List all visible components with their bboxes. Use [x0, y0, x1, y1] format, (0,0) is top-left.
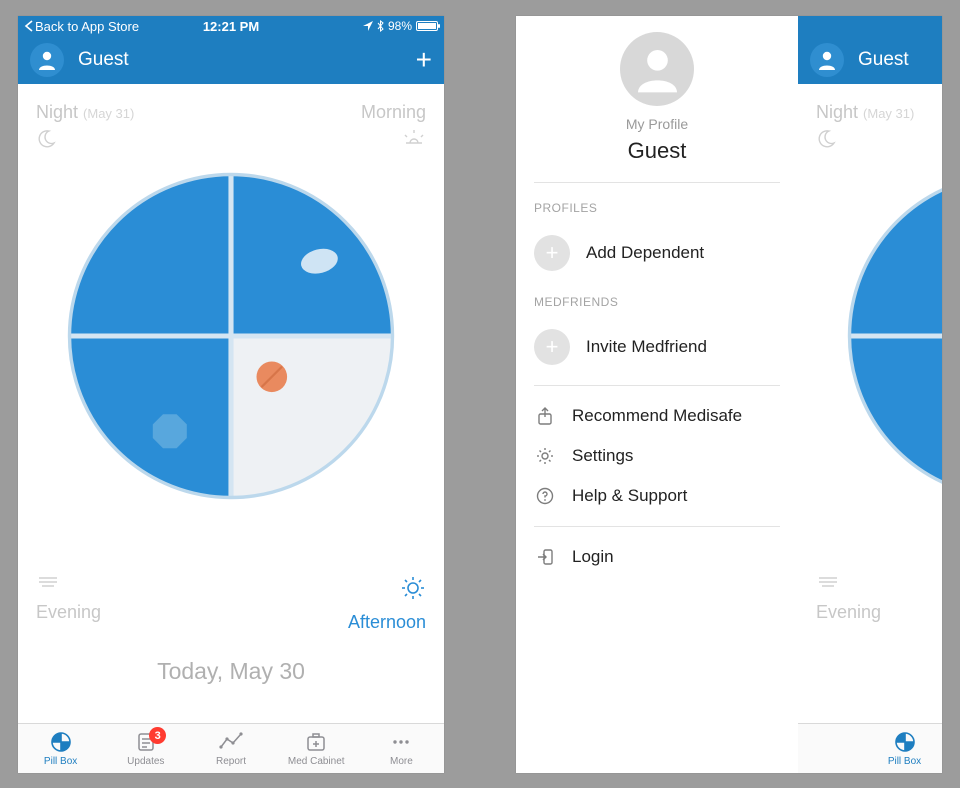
- tab-more[interactable]: More: [359, 724, 444, 773]
- settings-label: Settings: [572, 446, 633, 466]
- avatar-icon: [815, 48, 839, 72]
- quadrant-morning[interactable]: Morning: [361, 102, 426, 150]
- tab-pillbox[interactable]: Pill Box: [18, 724, 103, 773]
- share-icon: [534, 407, 556, 425]
- tab-updates[interactable]: 3 Updates: [103, 724, 188, 773]
- phone-right: 99% Guest Night (May 31) Evening: [516, 16, 942, 773]
- night-sub: (May 31): [863, 106, 914, 121]
- tab-bar: Pill Box 3 Update: [798, 723, 942, 773]
- tab-updates-label: Updates: [127, 756, 164, 767]
- login-icon: [534, 548, 556, 566]
- help-label: Help & Support: [572, 486, 687, 506]
- afternoon-label: Afternoon: [348, 612, 426, 633]
- report-icon: [218, 730, 244, 754]
- medcabinet-icon: [304, 730, 328, 754]
- status-time: 12:21 PM: [18, 19, 444, 34]
- phone-left: Back to App Store 12:21 PM 98% Guest + N…: [18, 16, 444, 773]
- divider: [534, 182, 780, 183]
- plus-circle-icon: +: [534, 329, 570, 365]
- pillbox-dial[interactable]: [841, 166, 942, 506]
- section-medfriends-label: MEDFRIENDS: [516, 295, 798, 319]
- profile-avatar[interactable]: [810, 43, 844, 77]
- pill-evening[interactable]: [153, 414, 187, 448]
- help-icon: [534, 487, 556, 505]
- profile-avatar-large[interactable]: [620, 32, 694, 106]
- invite-medfriend-row[interactable]: + Invite Medfriend: [516, 319, 798, 375]
- profile-avatar[interactable]: [30, 43, 64, 77]
- side-drawer: My Profile Guest PROFILES + Add Dependen…: [516, 16, 798, 773]
- pushed-main-view[interactable]: 99% Guest Night (May 31) Evening: [798, 16, 942, 773]
- header-username: Guest: [858, 49, 909, 71]
- plus-circle-icon: +: [534, 235, 570, 271]
- settings-row[interactable]: Settings: [516, 436, 798, 476]
- pillbox-dial[interactable]: [61, 166, 401, 506]
- my-profile-label: My Profile: [516, 116, 798, 132]
- status-bar: Back to App Store 12:21 PM 98%: [18, 16, 444, 36]
- section-profiles-label: PROFILES: [516, 201, 798, 225]
- quadrant-night[interactable]: Night (May 31): [36, 102, 134, 154]
- tab-pillbox-label: Pill Box: [44, 756, 77, 767]
- tab-more-label: More: [390, 756, 413, 767]
- invite-medfriend-label: Invite Medfriend: [586, 337, 707, 357]
- status-bar: 99%: [798, 16, 942, 36]
- tab-report[interactable]: Report: [188, 724, 273, 773]
- morning-label: Morning: [361, 102, 426, 123]
- tab-pillbox[interactable]: Pill Box: [798, 724, 942, 773]
- main-pillbox-view: Night (May 31) Morning Evening Afternoon: [18, 84, 444, 703]
- moon-icon: [36, 129, 134, 154]
- tab-medcabinet-label: Med Cabinet: [288, 756, 345, 767]
- profile-section[interactable]: My Profile Guest: [516, 16, 798, 164]
- evening-label: Evening: [816, 602, 881, 623]
- pillbox-icon: [49, 730, 73, 754]
- main-pillbox-view: Night (May 31) Evening: [798, 84, 942, 703]
- sunset-icon: [36, 575, 101, 596]
- more-icon: [389, 730, 413, 754]
- pillbox-icon: [893, 730, 917, 754]
- moon-icon: [816, 129, 914, 154]
- tab-bar: Pill Box 3 Updates Report Med Cabinet: [18, 723, 444, 773]
- profile-name: Guest: [516, 138, 798, 164]
- divider: [534, 385, 780, 386]
- recommend-label: Recommend Medisafe: [572, 406, 742, 426]
- add-button[interactable]: +: [416, 46, 432, 74]
- quadrant-night[interactable]: Night (May 31): [816, 102, 914, 154]
- quadrant-evening[interactable]: Evening: [36, 569, 101, 623]
- divider: [534, 526, 780, 527]
- sunrise-icon: [361, 129, 426, 150]
- quadrant-evening[interactable]: Evening: [816, 569, 881, 623]
- tab-medcabinet[interactable]: Med Cabinet: [274, 724, 359, 773]
- battery-icon: [416, 21, 438, 31]
- quadrant-afternoon[interactable]: Afternoon: [348, 569, 426, 633]
- app-header: Guest +: [18, 36, 444, 84]
- night-sub: (May 31): [83, 106, 134, 121]
- gear-icon: [534, 447, 556, 465]
- add-dependent-row[interactable]: + Add Dependent: [516, 225, 798, 281]
- updates-badge: 3: [149, 727, 166, 744]
- header-username: Guest: [78, 49, 129, 71]
- date-label: Today, May 30: [18, 658, 444, 685]
- help-row[interactable]: Help & Support: [516, 476, 798, 516]
- avatar-icon: [35, 48, 59, 72]
- app-header: Guest: [798, 36, 942, 84]
- sunset-icon: [816, 575, 881, 596]
- tab-pillbox-label: Pill Box: [888, 756, 921, 767]
- sun-icon: [348, 575, 426, 606]
- add-dependent-label: Add Dependent: [586, 243, 704, 263]
- night-label: Night: [816, 102, 858, 122]
- night-label: Night: [36, 102, 78, 122]
- date-label: T: [798, 658, 942, 685]
- avatar-icon: [630, 42, 685, 97]
- login-label: Login: [572, 547, 614, 567]
- recommend-row[interactable]: Recommend Medisafe: [516, 396, 798, 436]
- evening-label: Evening: [36, 602, 101, 623]
- login-row[interactable]: Login: [516, 537, 798, 577]
- tab-report-label: Report: [216, 756, 246, 767]
